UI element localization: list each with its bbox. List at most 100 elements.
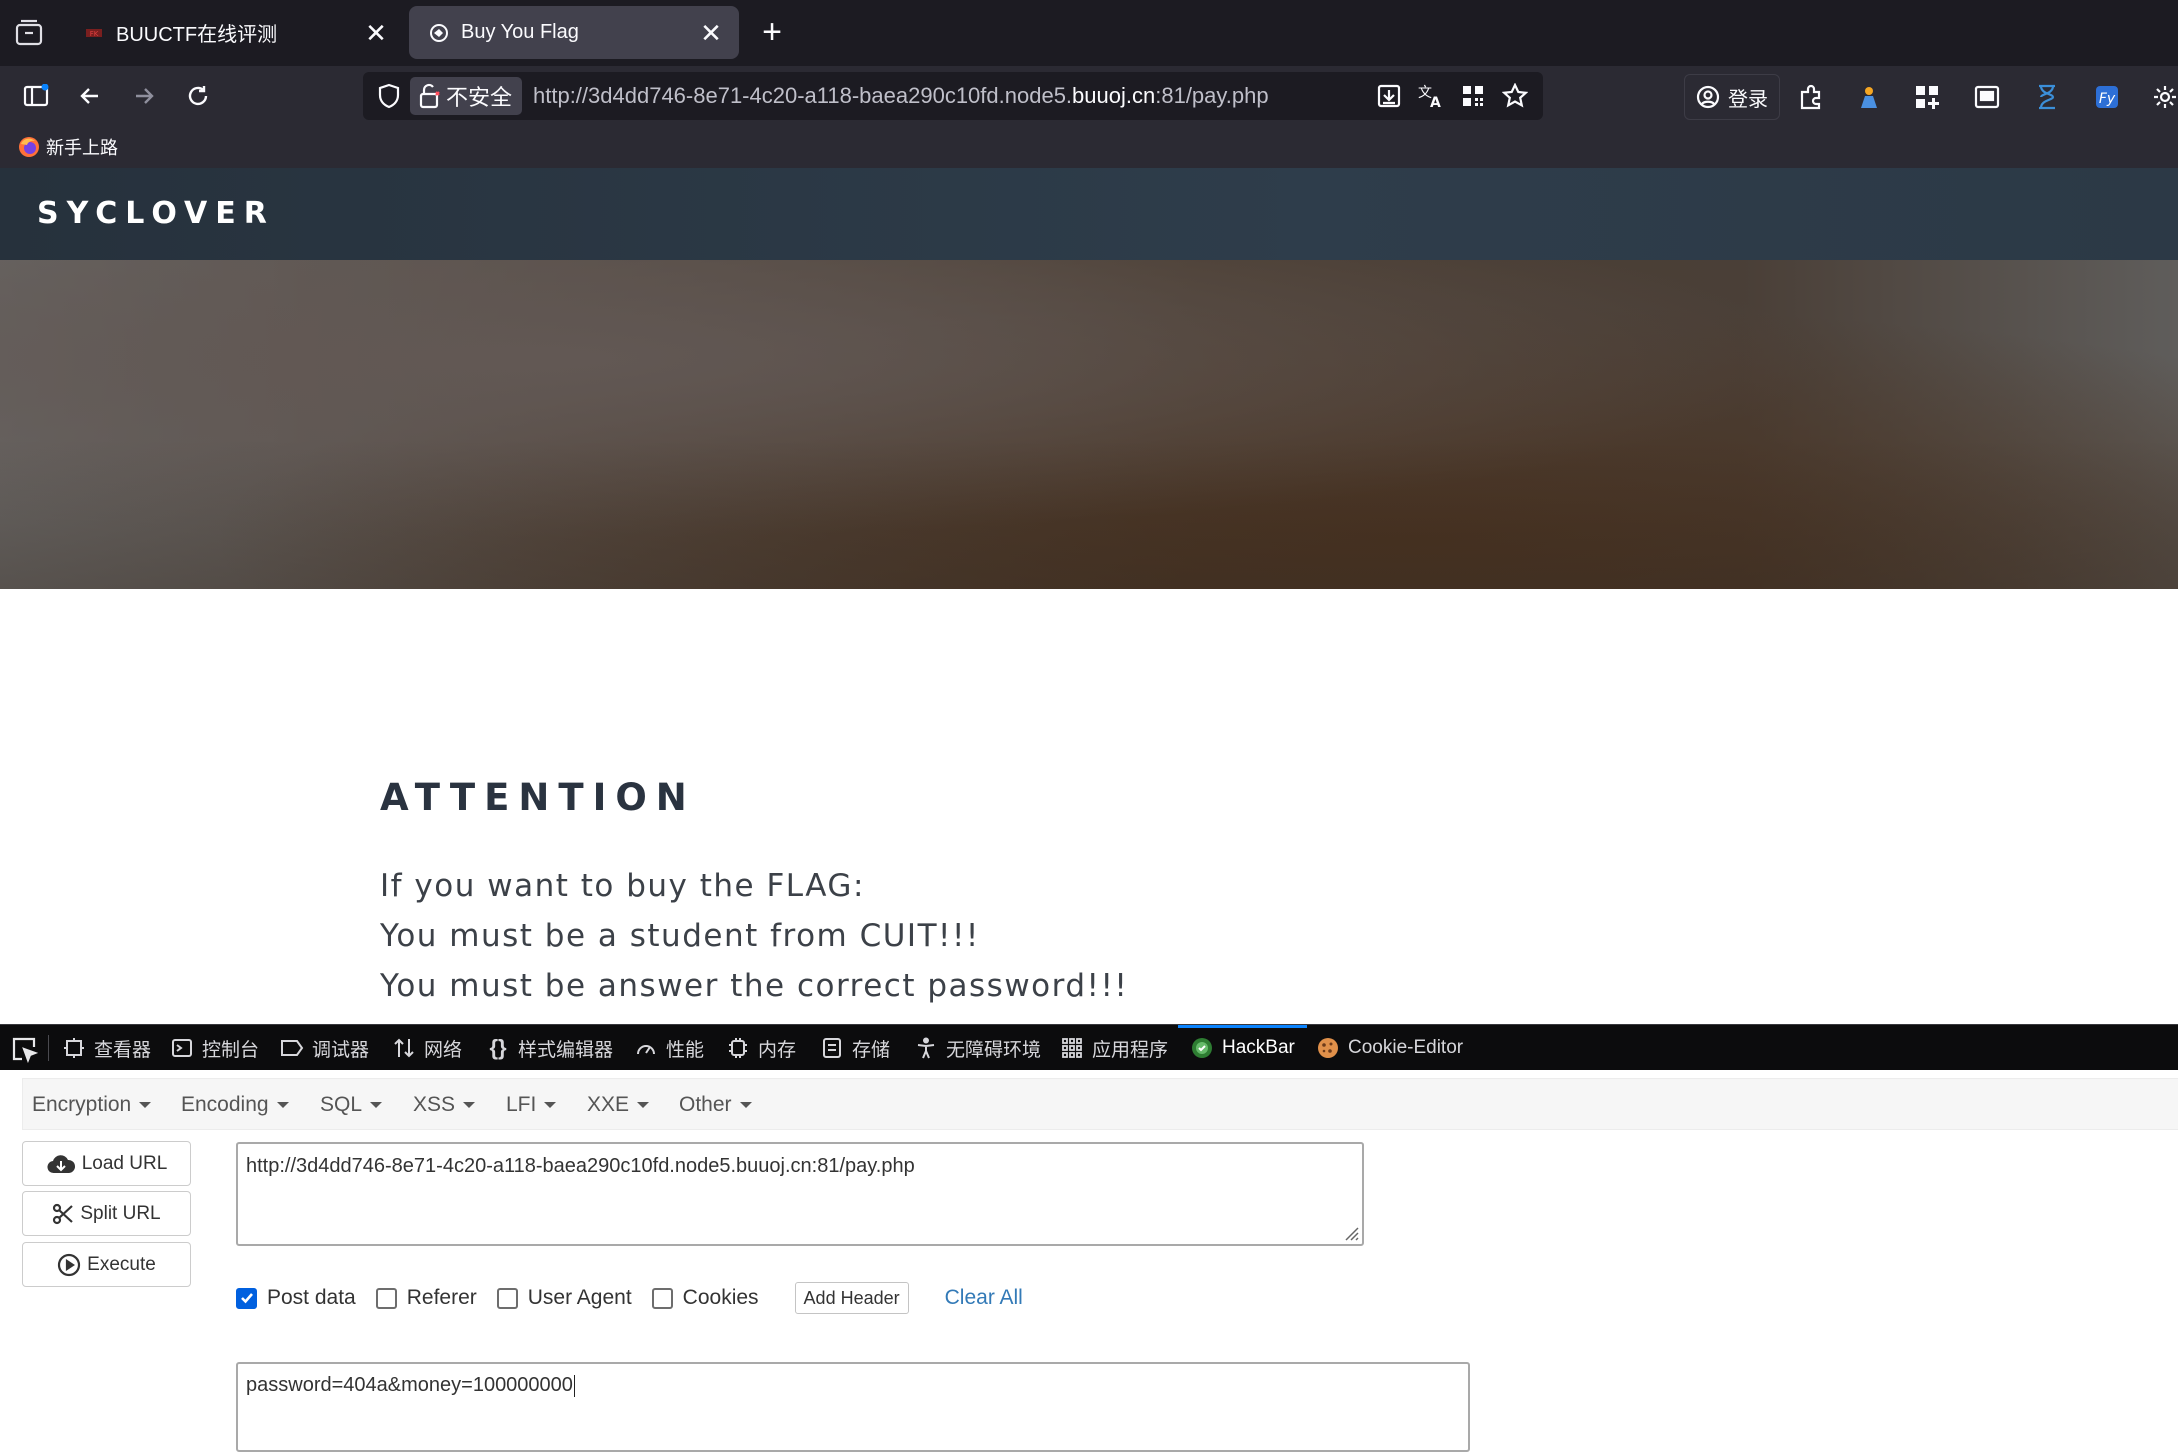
reload-icon[interactable] <box>182 80 214 112</box>
globe-favicon-icon <box>430 23 448 42</box>
referer-label[interactable]: Referer <box>407 1286 477 1310</box>
devtools-tab-style-editor[interactable]: {} 样式编辑器 <box>486 1025 613 1071</box>
insecure-label: 不安全 <box>446 85 513 110</box>
caret-down-icon <box>370 1102 383 1109</box>
devtools-tab-performance[interactable]: 性能 <box>634 1025 704 1071</box>
site-logo[interactable]: SYCLOVER <box>37 196 275 231</box>
menu-encryption[interactable]: Encryption <box>32 1079 152 1131</box>
tab-buy-you-flag[interactable]: Buy You Flag ✕ <box>409 6 739 59</box>
caret-down-icon <box>544 1102 557 1109</box>
download-page-icon[interactable] <box>1373 80 1405 112</box>
sidebar-toggle-icon[interactable] <box>20 80 52 112</box>
devtools-tab-memory[interactable]: 内存 <box>726 1025 796 1071</box>
accessibility-icon <box>914 1036 938 1060</box>
referer-checkbox[interactable] <box>375 1287 397 1309</box>
url-bar[interactable]: 不安全 http://3d4dd746-8e71-4c20-a118-baea2… <box>363 72 1543 120</box>
close-tab-icon[interactable]: ✕ <box>362 19 390 47</box>
translator-extension-icon[interactable]: Fy <box>2092 82 2122 112</box>
devtools-tab-cookie-editor[interactable]: Cookie-Editor <box>1316 1025 1463 1071</box>
load-url-button[interactable]: Load URL <box>22 1141 191 1186</box>
cookie-icon <box>1316 1036 1340 1060</box>
tracking-shield-icon[interactable] <box>373 80 405 112</box>
play-circle-icon <box>58 1253 81 1276</box>
cloud-download-icon <box>47 1154 75 1173</box>
performance-icon <box>634 1036 658 1060</box>
caret-down-icon <box>739 1102 752 1109</box>
screenshot-extension-icon[interactable] <box>1972 82 2002 112</box>
caret-down-icon <box>463 1102 476 1109</box>
browser-nav-bar: 不安全 http://3d4dd746-8e71-4c20-a118-baea2… <box>0 66 2178 126</box>
execute-button[interactable]: Execute <box>22 1242 191 1287</box>
settings-gear-icon[interactable] <box>2150 82 2178 112</box>
svg-text:Fy: Fy <box>2099 91 2116 107</box>
tab-overview-icon[interactable] <box>14 19 44 47</box>
memory-icon <box>726 1036 750 1060</box>
hourglass-extension-icon[interactable] <box>2032 82 2062 112</box>
insecure-connection-badge[interactable]: 不安全 <box>410 77 523 115</box>
cookies-label[interactable]: Cookies <box>683 1286 759 1310</box>
menu-lfi[interactable]: LFI <box>506 1079 557 1131</box>
devtools-tab-accessibility[interactable]: 无障碍环境 <box>914 1025 1041 1071</box>
user-agent-label[interactable]: User Agent <box>528 1286 632 1310</box>
user-agent-checkbox[interactable] <box>496 1287 518 1309</box>
broken-lock-icon <box>419 83 440 109</box>
split-url-button[interactable]: Split URL <box>22 1191 191 1236</box>
devtools-tab-hackbar[interactable]: HackBar <box>1178 1025 1307 1071</box>
add-header-button[interactable]: Add Header <box>794 1282 909 1314</box>
devtools-tab-inspector[interactable]: 查看器 <box>62 1025 151 1071</box>
caret-down-icon <box>139 1102 152 1109</box>
clear-all-link[interactable]: Clear All <box>945 1286 1023 1310</box>
hero-image <box>0 260 2178 589</box>
new-tab-button[interactable]: + <box>756 15 788 49</box>
bookmark-item[interactable]: 新手上路 <box>18 134 118 160</box>
cookies-checkbox[interactable] <box>651 1287 673 1309</box>
bookmarks-toolbar: 新手上路 <box>0 126 2178 168</box>
hackbar-options: Post data Referer User Agent Cookies Add… <box>236 1278 1023 1318</box>
menu-other[interactable]: Other <box>679 1079 752 1131</box>
console-icon <box>170 1036 194 1060</box>
site-header: SYCLOVER <box>0 168 2178 260</box>
post-data-checkbox[interactable] <box>236 1287 257 1309</box>
qr-code-icon[interactable] <box>1457 80 1489 112</box>
scissors-icon <box>53 1203 74 1224</box>
tab-title: Buy You Flag <box>461 21 579 43</box>
svg-text:FK: FK <box>90 30 99 38</box>
page-heading: ATTENTION <box>380 776 696 819</box>
url-text[interactable]: http://3d4dd746-8e71-4c20-a118-baea290c1… <box>533 72 1269 120</box>
apps-grid-icon[interactable] <box>1912 82 1942 112</box>
style-editor-icon: {} <box>489 1035 507 1060</box>
post-data-textarea[interactable]: password=404a&money=100000000 <box>236 1362 1470 1452</box>
extension-figure-icon[interactable] <box>1854 82 1884 112</box>
account-icon <box>1696 85 1720 109</box>
forward-arrow-icon[interactable] <box>128 80 160 112</box>
devtools-tab-application[interactable]: 应用程序 <box>1060 1025 1168 1071</box>
devtools-tab-console[interactable]: 控制台 <box>170 1025 259 1071</box>
back-arrow-icon[interactable] <box>74 80 106 112</box>
login-button[interactable]: 登录 <box>1684 74 1780 120</box>
bookmark-star-icon[interactable] <box>1499 80 1531 112</box>
debugger-icon <box>280 1036 304 1060</box>
tab-buuctf[interactable]: FK BUUCTF在线评测 ✕ <box>64 6 404 59</box>
url-textarea[interactable]: http://3d4dd746-8e71-4c20-a118-baea290c1… <box>236 1142 1364 1246</box>
hackbar-icon <box>1190 1036 1214 1060</box>
menu-sql[interactable]: SQL <box>320 1079 383 1131</box>
message-line: If you want to buy the FLAG: <box>380 868 865 904</box>
resize-grip-icon[interactable] <box>1340 1222 1360 1242</box>
element-picker-icon[interactable] <box>10 1035 39 1064</box>
extensions-puzzle-icon[interactable] <box>1796 82 1826 112</box>
svg-text:A: A <box>1430 95 1441 109</box>
devtools-tab-storage[interactable]: 存储 <box>820 1025 890 1071</box>
checkmark-icon <box>240 1293 253 1304</box>
post-data-label[interactable]: Post data <box>267 1286 356 1310</box>
menu-xxe[interactable]: XXE <box>587 1079 650 1131</box>
tab-title: BUUCTF在线评测 <box>116 24 278 46</box>
caret-down-icon <box>637 1102 650 1109</box>
devtools-tab-network[interactable]: 网络 <box>392 1025 462 1071</box>
devtools-tab-debugger[interactable]: 调试器 <box>280 1025 369 1071</box>
message-line: You must be answer the correct password!… <box>380 968 1129 1004</box>
menu-encoding[interactable]: Encoding <box>181 1079 289 1131</box>
translate-icon[interactable]: 文A <box>1415 80 1447 112</box>
text-cursor <box>573 1374 575 1397</box>
close-tab-icon[interactable]: ✕ <box>697 19 725 47</box>
menu-xss[interactable]: XSS <box>413 1079 476 1131</box>
